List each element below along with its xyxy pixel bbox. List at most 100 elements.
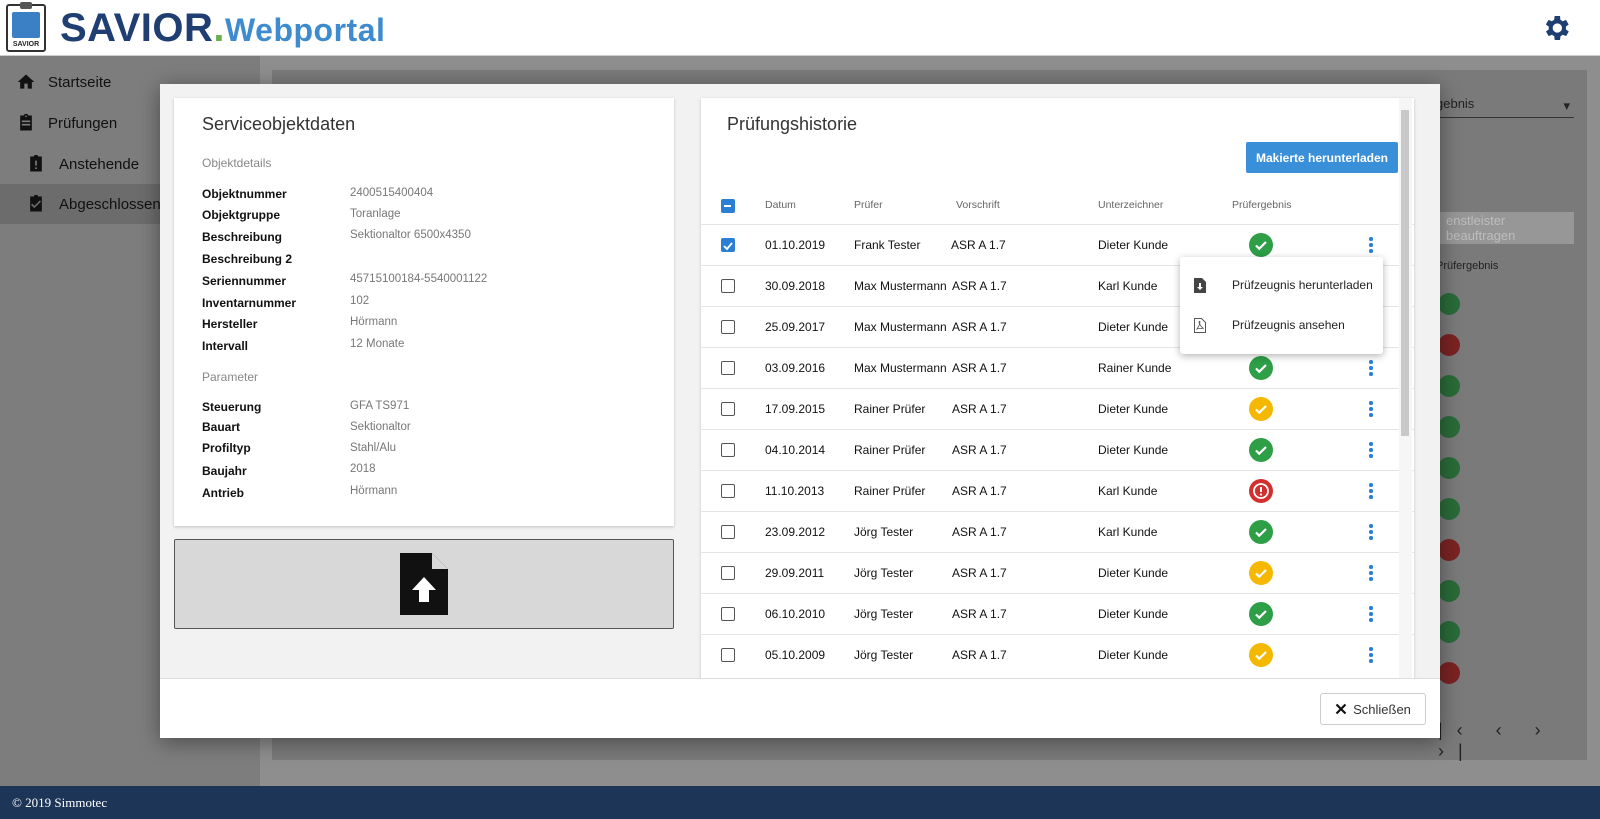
cell-rule: ASR A 1.7 (952, 402, 1007, 416)
cell-signer: Dieter Kunde (1098, 238, 1169, 252)
logo-icon (12, 12, 40, 38)
field-value: Hörmann (350, 316, 398, 328)
table-row[interactable]: 04.10.2014 Rainer Prüfer ASR A 1.7 Diete… (701, 429, 1414, 470)
cell-inspector: Frank Tester (854, 238, 921, 252)
row-menu-icon[interactable] (1369, 237, 1373, 253)
modal-dialog: Serviceobjektdaten Objektdetails Objektn… (160, 84, 1440, 738)
sidebar-item-label: Prüfungen (48, 114, 118, 132)
cell-rule: ASR A 1.7 (952, 484, 1007, 498)
table-row[interactable]: 23.09.2012 Jörg Tester ASR A 1.7 Karl Ku… (701, 511, 1414, 552)
field-label: Objektnummer (202, 187, 287, 201)
cell-date: 04.10.2014 (765, 443, 826, 457)
column-header-datum[interactable]: Datum (765, 199, 796, 211)
field-label: Baujahr (202, 464, 247, 478)
file-download-icon (1194, 277, 1206, 293)
column-header-vorschrift[interactable]: Vorschrift (956, 199, 1000, 211)
alert-icon (1253, 483, 1269, 499)
row-menu-icon[interactable] (1369, 524, 1373, 540)
close-button[interactable]: Schließen (1320, 693, 1426, 725)
field-value: 2018 (350, 463, 376, 475)
table-row[interactable]: 05.10.2009 Jörg Tester ASR A 1.7 Dieter … (701, 634, 1414, 675)
field-label: Intervall (202, 339, 249, 353)
cell-inspector: Jörg Tester (854, 566, 914, 580)
row-checkbox[interactable] (721, 525, 735, 539)
file-pdf-icon (1194, 317, 1206, 333)
section-label-parameter: Parameter (202, 370, 259, 384)
gear-icon[interactable] (1540, 12, 1572, 44)
cell-date: 17.09.2015 (765, 402, 826, 416)
row-menu-icon[interactable] (1369, 360, 1373, 376)
row-checkbox[interactable] (721, 443, 735, 457)
row-menu-icon[interactable] (1369, 401, 1373, 417)
status-warning-icon (1249, 397, 1273, 421)
field-value: Sektionaltor (350, 421, 411, 433)
background-pagination: |‹ ‹ › ›| (1438, 720, 1555, 761)
sidebar-item-label: Startseite (48, 73, 112, 91)
row-checkbox[interactable] (721, 648, 735, 662)
column-header-unterzeichner[interactable]: Unterzeichner (1098, 199, 1163, 211)
status-ok-icon (1438, 457, 1460, 479)
close-icon (1335, 703, 1347, 715)
check-icon (1255, 528, 1267, 538)
background-select-label: gebnis (1436, 96, 1475, 111)
cell-rule: ASR A 1.7 (952, 566, 1007, 580)
status-warning-icon (1249, 561, 1273, 585)
download-selected-button[interactable]: Makierte herunterladen (1246, 142, 1398, 173)
row-checkbox[interactable] (721, 238, 735, 252)
cell-signer: Karl Kunde (1098, 484, 1158, 498)
row-menu-icon[interactable] (1369, 442, 1373, 458)
status-warning-icon (1249, 643, 1273, 667)
status-ok-icon (1438, 498, 1460, 520)
status-ok-icon (1438, 621, 1460, 643)
row-checkbox[interactable] (721, 566, 735, 580)
serviceobject-card: Serviceobjektdaten Objektdetails Objektn… (174, 98, 674, 526)
select-all-checkbox[interactable] (721, 199, 735, 213)
row-context-menu: Prüfzeugnis herunterladen Prüfzeugnis an… (1180, 257, 1383, 354)
row-menu-icon[interactable] (1369, 565, 1373, 581)
modal-scrollbar[interactable] (1399, 98, 1412, 678)
sidebar-item-label: Abgeschlossene (59, 195, 170, 213)
column-header-pruefer[interactable]: Prüfer (854, 199, 883, 211)
field-value: 12 Monate (350, 338, 405, 350)
table-row[interactable]: 17.09.2015 Rainer Prüfer ASR A 1.7 Diete… (701, 388, 1414, 429)
field-label: Beschreibung 2 (202, 252, 293, 266)
row-menu-icon[interactable] (1369, 483, 1373, 499)
clipboard-check-icon (30, 194, 42, 212)
upload-dropzone[interactable] (174, 539, 674, 629)
clipboard-icon (20, 113, 32, 131)
check-icon (1255, 610, 1267, 620)
table-row[interactable]: 29.09.2011 Jörg Tester ASR A 1.7 Dieter … (701, 552, 1414, 593)
table-row[interactable]: 06.10.2010 Jörg Tester ASR A 1.7 Dieter … (701, 593, 1414, 634)
column-header-pruefergebnis[interactable]: Prüfergebnis (1232, 199, 1292, 211)
menu-item-download-certificate[interactable]: Prüfzeugnis herunterladen (1180, 265, 1383, 305)
row-checkbox[interactable] (721, 279, 735, 293)
cell-rule: ASR A 1.7 (952, 320, 1007, 334)
check-icon (1255, 364, 1267, 374)
cell-signer: Karl Kunde (1098, 279, 1158, 293)
row-checkbox[interactable] (721, 607, 735, 621)
menu-item-view-certificate[interactable]: Prüfzeugnis ansehen (1180, 305, 1383, 345)
check-icon (1255, 651, 1267, 661)
cell-date: 03.09.2016 (765, 361, 826, 375)
cell-inspector: Max Mustermann (854, 320, 947, 334)
table-row[interactable]: 11.10.2013 Rainer Prüfer ASR A 1.7 Karl … (701, 470, 1414, 511)
row-menu-icon[interactable] (1369, 647, 1373, 663)
clipboard-alert-icon (30, 154, 42, 172)
background-assign-button: enstleister beauftragen (1436, 212, 1574, 244)
row-checkbox[interactable] (721, 320, 735, 334)
row-checkbox[interactable] (721, 361, 735, 375)
row-checkbox[interactable] (721, 484, 735, 498)
status-error-icon (1438, 334, 1460, 356)
savior-logo[interactable]: SAVIOR (6, 2, 46, 52)
cell-date: 23.09.2012 (765, 525, 826, 539)
field-value: 45715100184-5540001122 (350, 273, 488, 285)
scrollbar-thumb[interactable] (1401, 110, 1409, 436)
close-button-label: Schließen (1353, 701, 1411, 717)
background-filter-select: gebnis ▾ (1436, 96, 1574, 118)
field-label: Hersteller (202, 317, 258, 331)
row-checkbox[interactable] (721, 402, 735, 416)
cell-signer: Dieter Kunde (1098, 320, 1169, 334)
cell-inspector: Rainer Prüfer (854, 484, 926, 498)
row-menu-icon[interactable] (1369, 606, 1373, 622)
status-error-icon (1438, 662, 1460, 684)
